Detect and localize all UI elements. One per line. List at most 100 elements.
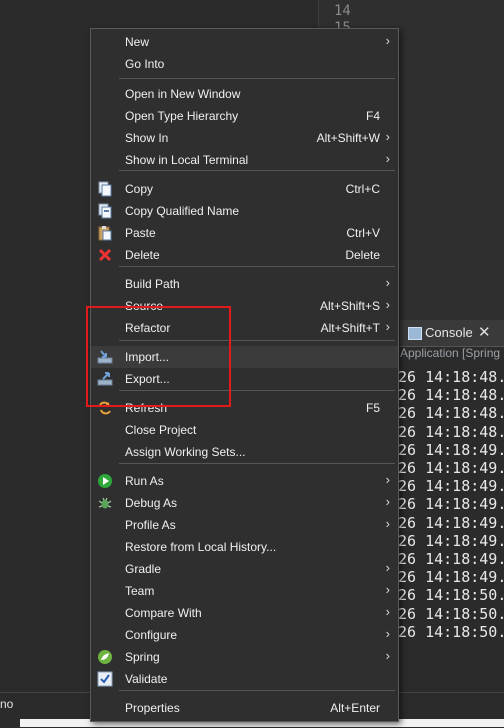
menu-item-restore-from-local-history[interactable]: Restore from Local History... [91,536,398,558]
menu-item-configure[interactable]: Configure › [91,624,398,646]
menu-item-delete[interactable]: Delete Delete [91,244,398,266]
menu-item-label: Open in New Window [125,87,241,101]
menu-item-label: Delete [125,248,160,262]
menu-item-compare-with[interactable]: Compare With › [91,602,398,624]
console-tab-label: Console [425,325,473,340]
console-line: 26 14:18:48. [398,404,504,423]
chevron-right-icon: › [385,516,390,531]
chevron-right-icon: › [385,560,390,575]
menu-item-shortcut: Ctrl+C [345,182,380,196]
menu-item-properties[interactable]: Properties Alt+Enter [91,697,398,719]
menu-item-gradle[interactable]: Gradle › [91,558,398,580]
menu-item-new[interactable]: New › [91,31,398,53]
chevron-right-icon: › [385,472,390,487]
menu-item-shortcut: F5 [365,401,380,415]
delete-icon [97,247,113,263]
console-line: 26 14:18:48. [398,386,504,405]
menu-item-label: Validate [125,672,168,686]
menu-item-shortcut: F4 [365,109,380,123]
menu-item-show-in-local-terminal[interactable]: Show in Local Terminal › [91,149,398,171]
menu-item-label: Assign Working Sets... [125,445,246,459]
menu-separator [119,463,395,464]
menu-item-label: Go Into [125,57,165,71]
menu-item-run-as[interactable]: Run As › [91,470,398,492]
menu-item-shortcut: Delete [345,248,380,262]
tab-console[interactable]: Console ✕ [400,320,504,347]
close-icon[interactable]: ✕ [478,323,491,341]
menu-item-shortcut: Alt+Enter [330,701,380,715]
chevron-right-icon: › [385,275,390,290]
menu-item-assign-working-sets[interactable]: Assign Working Sets... [91,441,398,463]
menu-item-label: Copy [125,182,154,196]
menu-item-label: Configure [125,628,178,642]
menu-item-profile-as[interactable]: Profile As › [91,514,398,536]
menu-separator [119,266,395,267]
menu-item-debug-as[interactable]: Debug As › [91,492,398,514]
menu-item-label: Run As [125,474,164,488]
console-output[interactable]: 26 14:18:48. 26 14:18:48. 26 14:18:48. 26 1… [398,368,504,668]
status-left-text: no [0,697,14,711]
menu-item-label: Compare With [125,606,202,620]
console-line: 26 14:18:49. [398,550,504,568]
console-line: 26 14:18:48. [398,368,504,386]
chevron-right-icon: › [385,319,390,334]
menu-item-shortcut: Alt+Shift+S [319,299,380,313]
menu-item-label: Paste [125,226,156,240]
chevron-right-icon: › [385,604,390,619]
menu-item-label: Debug As [125,496,178,510]
run-icon [97,473,113,489]
console-line: 26 14:18:49. [398,531,504,550]
menu-item-validate[interactable]: Validate [91,668,398,690]
paste-icon [97,225,113,241]
menu-item-shortcut: Alt+Shift+T [320,321,380,335]
menu-item-label: Show In [125,131,169,145]
chevron-right-icon: › [385,626,390,641]
menu-item-copy[interactable]: Copy Ctrl+C [91,178,398,200]
spring-icon [97,649,113,665]
console-line: 26 14:18:49. [398,495,504,514]
menu-item-label: New [125,35,150,49]
menu-item-paste[interactable]: Paste Ctrl+V [91,222,398,244]
menu-item-label: Properties [125,701,180,715]
menu-item-label: Open Type Hierarchy [125,109,239,123]
menu-item-spring[interactable]: Spring › [91,646,398,668]
menu-item-go-into[interactable]: Go Into [91,53,398,75]
menu-item-label: Copy Qualified Name [125,204,240,218]
console-line: 26 14:18:49. [398,568,504,587]
menu-item-open-type-hierarchy[interactable]: Open Type Hierarchy F4 [91,105,398,127]
menu-item-label: Build Path [125,277,180,291]
menu-item-label: Team [125,584,155,598]
copy-qualified-icon [97,203,113,219]
chevron-right-icon: › [385,33,390,48]
line-number-14: 14 [334,3,351,19]
console-line: 26 14:18:49. [398,440,504,459]
console-line: 26 14:18:50. [398,586,504,605]
console-line: 26 14:18:49. [398,459,504,477]
chevron-right-icon: › [385,297,390,312]
menu-item-label: Show in Local Terminal [125,153,249,167]
menu-item-open-in-new-window[interactable]: Open in New Window [91,83,398,105]
menu-separator [119,690,395,691]
menu-item-label: Close Project [125,423,197,437]
annotation-highlight-box [86,306,231,407]
menu-separator [119,78,395,79]
console-line: 26 14:18:50. [398,604,504,623]
menu-item-show-in[interactable]: Show In Alt+Shift+W › [91,127,398,149]
menu-item-label: Gradle [125,562,162,576]
console-line: 26 14:18:49. [398,477,504,496]
menu-item-close-project[interactable]: Close Project [91,419,398,441]
menu-item-team[interactable]: Team › [91,580,398,602]
chevron-right-icon: › [385,648,390,663]
menu-item-shortcut: Alt+Shift+W [316,131,380,145]
validate-icon [97,671,113,687]
debug-icon [97,495,113,511]
console-line: 26 14:18:50. [398,622,504,641]
menu-item-label: Restore from Local History... [125,540,277,554]
menu-item-copy-qualified-name[interactable]: Copy Qualified Name [91,200,398,222]
menu-item-build-path[interactable]: Build Path › [91,273,398,295]
chevron-right-icon: › [385,129,390,144]
chevron-right-icon: › [385,151,390,166]
menu-item-shortcut: Ctrl+V [346,226,380,240]
menu-separator [119,170,395,171]
menu-item-label: Spring [125,650,160,664]
